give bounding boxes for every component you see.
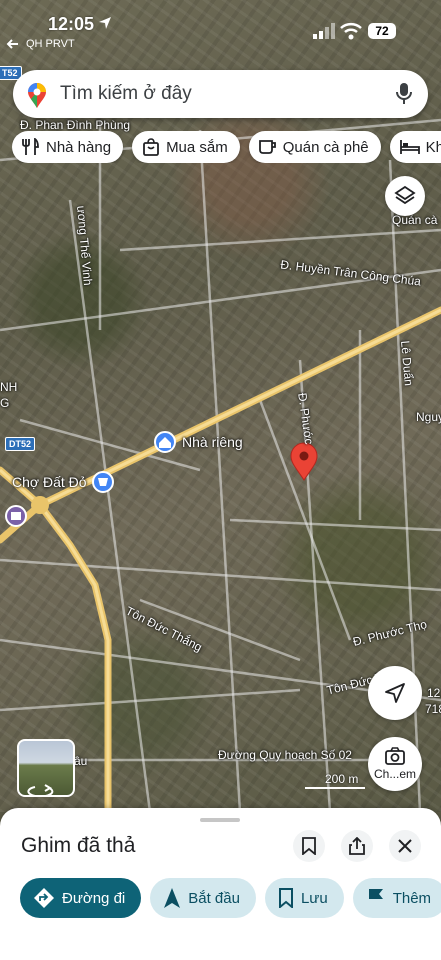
chip-label: Nhà hàng: [46, 138, 112, 156]
coordinate-label: 12.: [427, 686, 441, 700]
road-label: NH: [0, 380, 18, 394]
save-button[interactable]: Lưu: [264, 878, 344, 918]
street-view-thumbnail[interactable]: [17, 739, 75, 797]
action-label: Thêm: [392, 889, 432, 907]
bookmark-button[interactable]: [293, 830, 325, 862]
place-label-market[interactable]: Chợ Đất Đỏ: [12, 474, 87, 490]
google-maps-pin-icon: [28, 83, 46, 108]
wifi-icon: [340, 23, 362, 40]
coordinate-label: 718: [425, 702, 441, 716]
road-label: Đ. Phan Đình Phùng: [20, 118, 131, 132]
action-label: Bắt đầu: [188, 889, 240, 907]
search-input[interactable]: Tìm kiếm ở đây: [60, 83, 192, 105]
road-label: Đường Quy hoạch Số 02: [218, 748, 352, 762]
layers-icon: [394, 185, 416, 205]
action-label: Đường đi: [62, 889, 126, 907]
drag-handle[interactable]: [200, 818, 240, 822]
battery-level: 72: [368, 23, 396, 39]
bottom-sheet[interactable]: Ghim đã thả Đường đi Bắt đầu Lưu Thêm: [0, 808, 441, 960]
signal-icon: [313, 23, 335, 39]
add-label-button[interactable]: Thêm: [352, 878, 441, 918]
dropped-pin-marker[interactable]: [290, 442, 318, 481]
road-label: âu: [74, 754, 88, 768]
chip-label: Mua sắm: [166, 138, 228, 156]
chip-label: Quán cà phê: [282, 138, 369, 156]
rotate-icon: [27, 784, 54, 795]
place-label-home[interactable]: Nhà riêng: [182, 434, 243, 450]
flag-icon: [368, 889, 383, 908]
roundabout: [31, 496, 49, 514]
camera-icon: [385, 747, 405, 765]
market-place-icon[interactable]: [92, 471, 114, 493]
action-label: Lưu: [300, 889, 328, 907]
share-icon: [349, 837, 365, 855]
bookmark-icon: [302, 837, 316, 855]
start-button[interactable]: Bắt đầu: [150, 878, 256, 918]
landmark-place-icon[interactable]: [5, 505, 27, 527]
back-arrow-icon[interactable]: [6, 38, 20, 50]
home-place-icon[interactable]: [154, 431, 176, 453]
camera-explore-label: Ch...em: [373, 767, 416, 781]
navigation-icon: [164, 888, 181, 908]
navigation-arrow-icon: [385, 683, 405, 703]
location-arrow-icon: [99, 17, 111, 29]
category-chips: Nhà hàng Mua sắm Quán cà phê Khách: [12, 131, 441, 163]
bookmark-icon: [278, 888, 293, 908]
road-label: G: [0, 396, 10, 410]
bed-icon: [399, 140, 420, 154]
shopping-bag-icon: [143, 138, 159, 156]
chip-restaurants[interactable]: Nhà hàng: [12, 131, 124, 163]
fork-knife-icon: [22, 138, 39, 155]
action-buttons: Đường đi Bắt đầu Lưu Thêm: [20, 878, 441, 918]
status-carrier: QH PRVT: [26, 38, 75, 50]
close-icon: [398, 839, 412, 853]
microphone-icon[interactable]: [396, 83, 412, 105]
chip-coffee[interactable]: Quán cà phê: [248, 131, 381, 163]
camera-explore-button[interactable]: Ch...em: [368, 737, 422, 791]
share-button[interactable]: [341, 830, 373, 862]
search-bar[interactable]: Tìm kiếm ở đây: [13, 70, 428, 118]
status-time: 12:05: [48, 14, 95, 34]
scale-label: 200 m: [325, 772, 359, 786]
chip-hotels[interactable]: Khách: [389, 131, 441, 163]
coffee-cup-icon: [258, 140, 276, 154]
route-badge: DT52: [5, 437, 36, 451]
sheet-title: Ghim đã thả: [21, 834, 136, 857]
close-button[interactable]: [389, 830, 421, 862]
chip-shopping[interactable]: Mua sắm: [132, 131, 240, 163]
recenter-button[interactable]: [368, 666, 422, 720]
layers-button[interactable]: [385, 176, 425, 216]
road-label: Nguy: [416, 410, 441, 424]
scale-bar: [305, 787, 365, 789]
directions-icon: [34, 888, 54, 908]
directions-button[interactable]: Đường đi: [20, 878, 142, 918]
chip-label: Khách: [425, 138, 441, 156]
